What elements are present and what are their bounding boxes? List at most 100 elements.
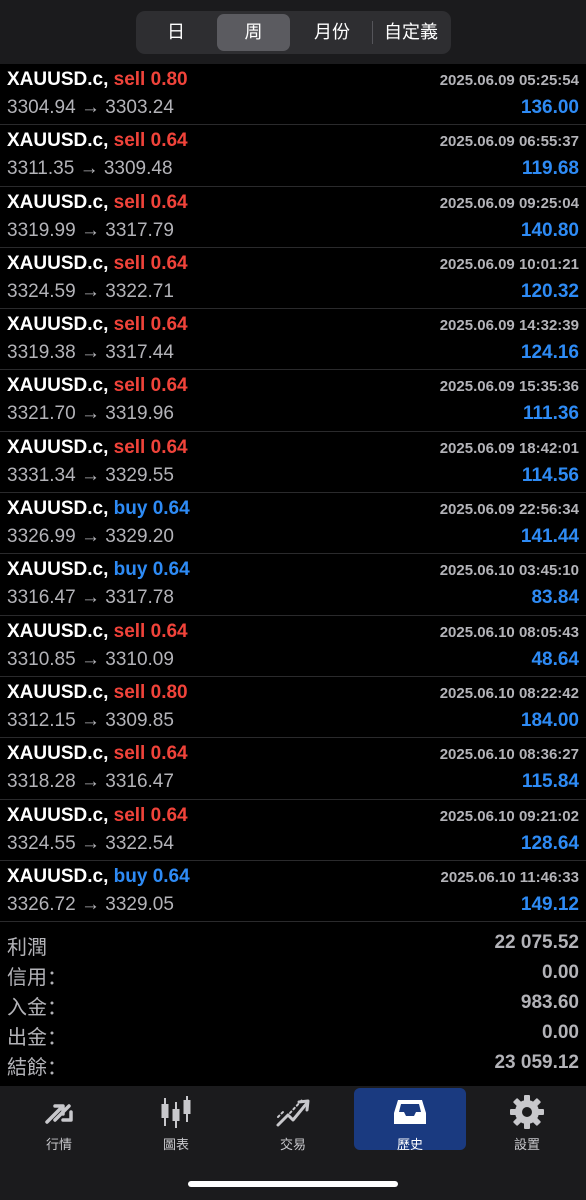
period-month-button[interactable]: 月份	[294, 14, 370, 51]
deal-row[interactable]: XAUUSD.c, sell 0.64 2025.06.09 15:35:36 33…	[0, 370, 586, 432]
deal-direction-text: sell	[113, 681, 146, 703]
profit-value: 22 075.52	[494, 932, 579, 953]
deal-time: 2025.06.09 09:25:04	[439, 194, 579, 212]
deal-row[interactable]: XAUUSD.c, sell 0.64 2025.06.09 10:01:21 33…	[0, 248, 586, 310]
deal-row[interactable]: XAUUSD.c, sell 0.64 2025.06.09 09:25:04 33…	[0, 187, 586, 248]
deal-profit: 136.00	[520, 97, 579, 118]
tab-charts[interactable]: 圖表	[120, 1088, 232, 1152]
deposit-label: 入金：	[7, 997, 67, 1019]
deal-time: 2025.06.10 09:21:02	[439, 807, 579, 825]
deal-profit: 140.80	[520, 219, 579, 241]
period-segmented-control: 日 周 月份 自定義	[136, 11, 451, 54]
deal-volume: 0.64	[150, 743, 188, 765]
summary-panel: 利潤 22 075.52 信用： 0.00 入金： 983.60 出金： 0.0…	[0, 928, 586, 1079]
deal-row[interactable]: XAUUSD.c, sell 0.64 2025.06.10 08:05:43 33…	[0, 616, 586, 677]
summary-row-withdrawal: 出金： 0.00	[0, 1018, 586, 1049]
deal-arrow: →	[80, 832, 100, 854]
deal-close-price: 3310.09	[105, 648, 174, 670]
deal-open-price: 3316.47	[7, 587, 76, 609]
deal-direction-text: sell	[113, 375, 146, 397]
period-bar: 日 周 月份 自定義	[0, 0, 586, 64]
deal-close-price: 3329.20	[105, 526, 174, 548]
deal-direction: buy 0.64	[114, 498, 190, 519]
tab-history[interactable]: 歷史	[354, 1088, 466, 1152]
home-indicator	[188, 1181, 398, 1187]
deal-row[interactable]: XAUUSD.c, sell 0.64 2025.06.10 09:21:02 33…	[0, 800, 586, 861]
deal-profit: 128.64	[520, 832, 579, 854]
deal-volume: 0.64	[150, 620, 188, 642]
deal-arrow: →	[80, 97, 100, 118]
deal-row[interactable]: XAUUSD.c, buy 0.64 2025.06.10 03:45:10 331…	[0, 554, 586, 616]
deal-arrow: →	[80, 771, 100, 793]
deal-volume: 0.64	[150, 436, 188, 458]
deal-symbol-text: XAUUSD.c,	[7, 130, 109, 152]
deal-close-price: 3322.54	[105, 832, 174, 854]
deal-symbol: XAUUSD.c, sell 0.64	[7, 621, 188, 643]
deal-symbol-text: XAUUSD.c,	[7, 252, 109, 274]
deal-prices: 3304.94 → 3303.24	[7, 97, 174, 119]
deal-row[interactable]: XAUUSD.c, sell 0.64 2025.06.09 06:55:37 33…	[0, 125, 586, 187]
deal-close-price: 3303.24	[105, 97, 174, 118]
period-week-button[interactable]: 周	[217, 14, 290, 51]
deal-prices: 3319.99 → 3317.79	[7, 220, 174, 242]
deal-row[interactable]: XAUUSD.c, buy 0.64 2025.06.09 22:56:34 332…	[0, 493, 586, 555]
deal-symbol: XAUUSD.c, sell 0.80	[7, 69, 188, 91]
deal-arrow: →	[80, 342, 100, 364]
tab-trade[interactable]: 交易	[237, 1088, 349, 1152]
deal-profit: 124.16	[520, 342, 579, 364]
deal-symbol-text: XAUUSD.c,	[7, 498, 109, 520]
deal-open-price: 3331.34	[7, 464, 76, 486]
tab-settings-label: 設置	[513, 1137, 540, 1152]
deal-direction: sell 0.64	[114, 621, 188, 642]
deal-time: 2025.06.10 08:22:42	[439, 684, 579, 702]
deal-symbol-text: XAUUSD.c,	[7, 69, 109, 90]
deal-row[interactable]: XAUUSD.c, sell 0.80 2025.06.10 08:22:42 33…	[0, 677, 586, 739]
deal-time: 2025.06.09 14:32:39	[439, 317, 579, 335]
period-day-button[interactable]: 日	[139, 14, 213, 51]
deal-profit: 83.84	[531, 587, 579, 609]
quotes-arrows-icon	[45, 1104, 73, 1124]
deal-arrow: →	[80, 403, 100, 425]
deal-direction: sell 0.64	[114, 192, 188, 213]
deal-direction-text: sell	[113, 804, 146, 826]
deal-direction: sell 0.80	[114, 682, 188, 703]
deal-direction: sell 0.80	[114, 69, 188, 90]
deal-row[interactable]: XAUUSD.c, sell 0.64 2025.06.10 08:36:27 33…	[0, 738, 586, 800]
deal-row[interactable]: XAUUSD.c, buy 0.64 2025.06.10 11:46:33 332…	[0, 861, 586, 923]
deal-time: 2025.06.10 11:46:33	[440, 868, 579, 886]
deal-symbol-text: XAUUSD.c,	[7, 681, 109, 703]
deal-symbol: XAUUSD.c, buy 0.64	[7, 559, 190, 581]
summary-row-profit: 利潤 22 075.52	[0, 928, 586, 959]
deal-direction-text: sell	[113, 620, 146, 642]
deal-prices: 3331.34 → 3329.55	[7, 465, 174, 487]
deal-row[interactable]: XAUUSD.c, sell 0.64 2025.06.09 14:32:39 33…	[0, 309, 586, 371]
tab-quotes[interactable]: 行情	[3, 1088, 115, 1152]
tab-settings[interactable]: 設置	[471, 1088, 583, 1152]
deal-direction-text: sell	[113, 436, 146, 458]
deal-row[interactable]: XAUUSD.c, sell 0.64 2025.06.09 18:42:01 33…	[0, 432, 586, 494]
credit-value: 0.00	[542, 962, 579, 983]
deal-direction-text: buy	[113, 865, 148, 887]
deal-arrow: →	[80, 587, 100, 609]
balance-value: 23 059.12	[494, 1052, 579, 1073]
deal-direction: buy 0.64	[114, 559, 190, 580]
deal-volume: 0.64	[150, 314, 188, 336]
deal-row[interactable]: XAUUSD.c, sell 0.80 2025.06.09 05:25:54 33…	[0, 64, 586, 126]
deal-direction: sell 0.64	[114, 437, 188, 458]
deposit-value: 983.60	[520, 992, 579, 1013]
deal-arrow: →	[80, 648, 100, 670]
deal-profit: 149.12	[520, 893, 579, 915]
deal-direction: sell 0.64	[114, 314, 188, 335]
deal-symbol: XAUUSD.c, sell 0.64	[7, 192, 188, 214]
period-custom-button[interactable]: 自定義	[374, 14, 448, 51]
deal-open-price: 3326.72	[7, 893, 76, 915]
balance-label: 結餘：	[7, 1057, 67, 1079]
deal-time: 2025.06.10 08:36:27	[439, 746, 579, 764]
deal-symbol-text: XAUUSD.c,	[7, 191, 109, 213]
deal-arrow: →	[80, 893, 100, 915]
deal-prices: 3326.99 → 3329.20	[7, 526, 174, 548]
deal-volume: 0.64	[150, 252, 188, 274]
summary-row-deposit: 入金： 983.60	[0, 988, 586, 1019]
deal-close-price: 3309.85	[105, 709, 174, 731]
deal-symbol: XAUUSD.c, sell 0.64	[7, 805, 188, 827]
